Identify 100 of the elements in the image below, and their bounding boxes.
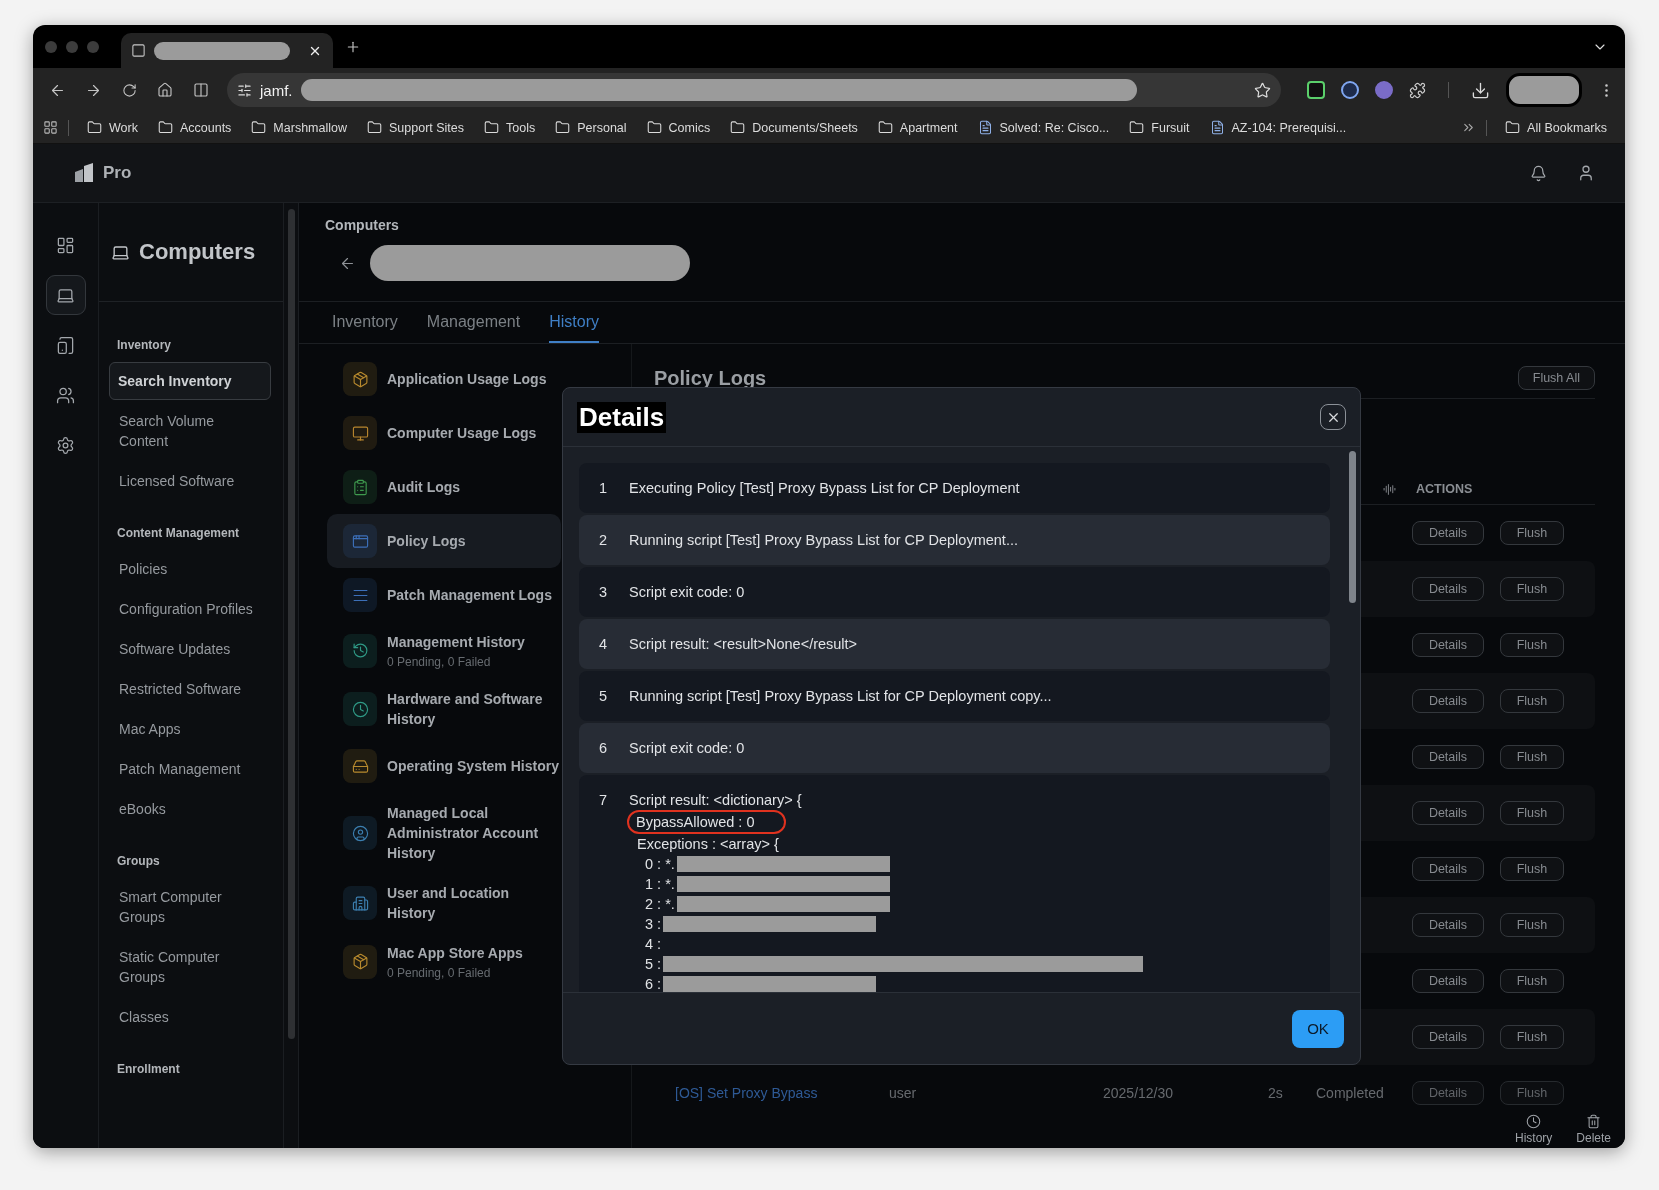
flush-button[interactable]: Flush: [1500, 969, 1564, 993]
flush-all-button[interactable]: Flush All: [1517, 366, 1595, 390]
flush-button[interactable]: Flush: [1500, 577, 1564, 601]
flush-button[interactable]: Flush: [1500, 633, 1564, 657]
flush-button[interactable]: Flush: [1500, 1025, 1564, 1049]
history-category[interactable]: Operating System History: [327, 739, 561, 793]
history-category[interactable]: Audit Logs: [327, 460, 561, 514]
tab[interactable]: Inventory: [332, 302, 398, 343]
category-title: Mac App Store Apps: [387, 944, 523, 963]
extension-icon[interactable]: [1341, 81, 1359, 99]
history-category[interactable]: Managed Local Administrator Account History: [327, 793, 561, 873]
flush-button[interactable]: Flush: [1500, 913, 1564, 937]
bookmark[interactable]: Support Sites: [359, 117, 473, 138]
bookmark[interactable]: AZ-104: Prerequisi...: [1201, 117, 1355, 138]
dashboard-icon: [56, 235, 75, 255]
url-text: jamf.: [260, 81, 293, 99]
download-icon[interactable]: [1471, 80, 1490, 100]
details-button[interactable]: Details: [1412, 577, 1484, 601]
category-title: Operating System History: [387, 757, 559, 776]
star-icon[interactable]: [1254, 81, 1271, 99]
nav-item[interactable]: eBooks: [110, 790, 271, 828]
history-category[interactable]: Management History 0 Pending, 0 Failed: [327, 622, 561, 679]
details-button[interactable]: Details: [1412, 745, 1484, 769]
details-button[interactable]: Details: [1412, 521, 1484, 545]
history-button[interactable]: History: [1510, 1114, 1557, 1145]
history-category[interactable]: Patch Management Logs: [327, 568, 561, 622]
details-button[interactable]: Details: [1412, 857, 1484, 881]
user-icon: [1577, 164, 1595, 182]
folder-icon: [646, 120, 662, 135]
delete-button[interactable]: Delete: [1572, 1114, 1615, 1145]
browser-tab[interactable]: [121, 33, 333, 68]
tab[interactable]: Management: [426, 302, 521, 343]
details-button[interactable]: Details: [1412, 913, 1484, 937]
history-category[interactable]: Mac App Store Apps 0 Pending, 0 Failed: [327, 933, 561, 990]
flush-button[interactable]: Flush: [1500, 689, 1564, 713]
flush-button[interactable]: Flush: [1500, 745, 1564, 769]
scrollbar-thumb[interactable]: [287, 209, 295, 1039]
details-button[interactable]: Details: [1412, 801, 1484, 825]
nav-item[interactable]: Static Computer Groups: [110, 938, 271, 996]
home-icon: [157, 82, 173, 98]
profile-button[interactable]: [1506, 73, 1582, 107]
bookmark[interactable]: Solved: Re: Cisco...: [969, 117, 1118, 138]
bookmark[interactable]: Comics: [638, 117, 719, 138]
table-cell-text: 2s: [1267, 1085, 1284, 1101]
bookmark[interactable]: Accounts: [149, 117, 240, 138]
bookmark[interactable]: Apartment: [869, 117, 966, 138]
folder-icon: [251, 120, 267, 135]
line-number: 2: [597, 531, 607, 550]
folder-icon: [157, 120, 173, 135]
nav-rail-button[interactable]: [45, 275, 86, 315]
log-text: Exceptions : <array> {: [637, 835, 780, 854]
nav-item[interactable]: Search Volume Content: [110, 402, 271, 460]
bookmark[interactable]: Documents/Sheets: [722, 117, 866, 138]
history-category[interactable]: Policy Logs: [327, 514, 561, 568]
nav-item[interactable]: Policies: [110, 550, 271, 588]
close-button[interactable]: [1320, 404, 1346, 430]
nav-item[interactable]: Software Updates: [110, 630, 271, 668]
nav-item[interactable]: Search Inventory: [109, 362, 271, 400]
scrollbar-thumb[interactable]: [1349, 451, 1356, 603]
flush-button[interactable]: Flush: [1500, 521, 1564, 545]
nav-item[interactable]: Smart Computer Groups: [110, 878, 271, 936]
details-button[interactable]: Details: [1412, 633, 1484, 657]
nav-item[interactable]: Configuration Profiles: [110, 590, 271, 628]
category-title: Managed Local Administrator Account History: [387, 804, 540, 863]
flush-button[interactable]: Flush: [1500, 857, 1564, 881]
category-title: Application Usage Logs: [387, 370, 547, 389]
tab[interactable]: History: [549, 302, 599, 343]
flush-button[interactable]: Flush: [1500, 801, 1564, 825]
column-header: ACTIONS: [1416, 482, 1473, 496]
history-category[interactable]: Hardware and Software History: [327, 679, 561, 739]
bookmark[interactable]: Personal: [547, 117, 635, 138]
log-text: Running script [Test] Proxy Bypass List for CP Deployment...: [629, 531, 1018, 550]
bookmark[interactable]: Marshmallow: [243, 117, 355, 138]
folder-icon: [484, 120, 500, 135]
history-category[interactable]: Application Usage Logs: [327, 352, 561, 406]
extensions-icon[interactable]: [1409, 81, 1426, 99]
details-button[interactable]: Details: [1412, 689, 1484, 713]
history-category[interactable]: Computer Usage Logs: [327, 406, 561, 460]
folder-icon: [730, 120, 746, 135]
folder-icon: [87, 120, 102, 135]
bookmark[interactable]: Work: [79, 117, 146, 138]
nav-item[interactable]: Restricted Software: [110, 670, 271, 708]
nav-item[interactable]: Patch Management: [110, 750, 271, 788]
address-bar[interactable]: jamf.: [227, 73, 1281, 107]
ok-button[interactable]: OK: [1292, 1009, 1344, 1048]
category-title: Management History: [387, 633, 525, 652]
line-number: 5: [597, 687, 607, 706]
bookmark[interactable]: All Bookmarks: [1497, 117, 1615, 138]
extension-icon[interactable]: [1307, 81, 1325, 99]
nav-item[interactable]: Mac Apps: [110, 710, 271, 748]
users-icon: [56, 385, 75, 405]
bookmark[interactable]: Tools: [476, 117, 544, 138]
nav-item[interactable]: Classes: [110, 998, 271, 1036]
details-button[interactable]: Details: [1412, 969, 1484, 993]
apps-icon[interactable]: [43, 120, 58, 135]
history-category[interactable]: User and Location History: [327, 873, 561, 933]
details-button[interactable]: Details: [1412, 1025, 1484, 1049]
bookmark[interactable]: Fursuit: [1121, 117, 1198, 138]
nav-item[interactable]: Licensed Software: [110, 462, 271, 500]
section-title: Computers: [139, 239, 256, 265]
